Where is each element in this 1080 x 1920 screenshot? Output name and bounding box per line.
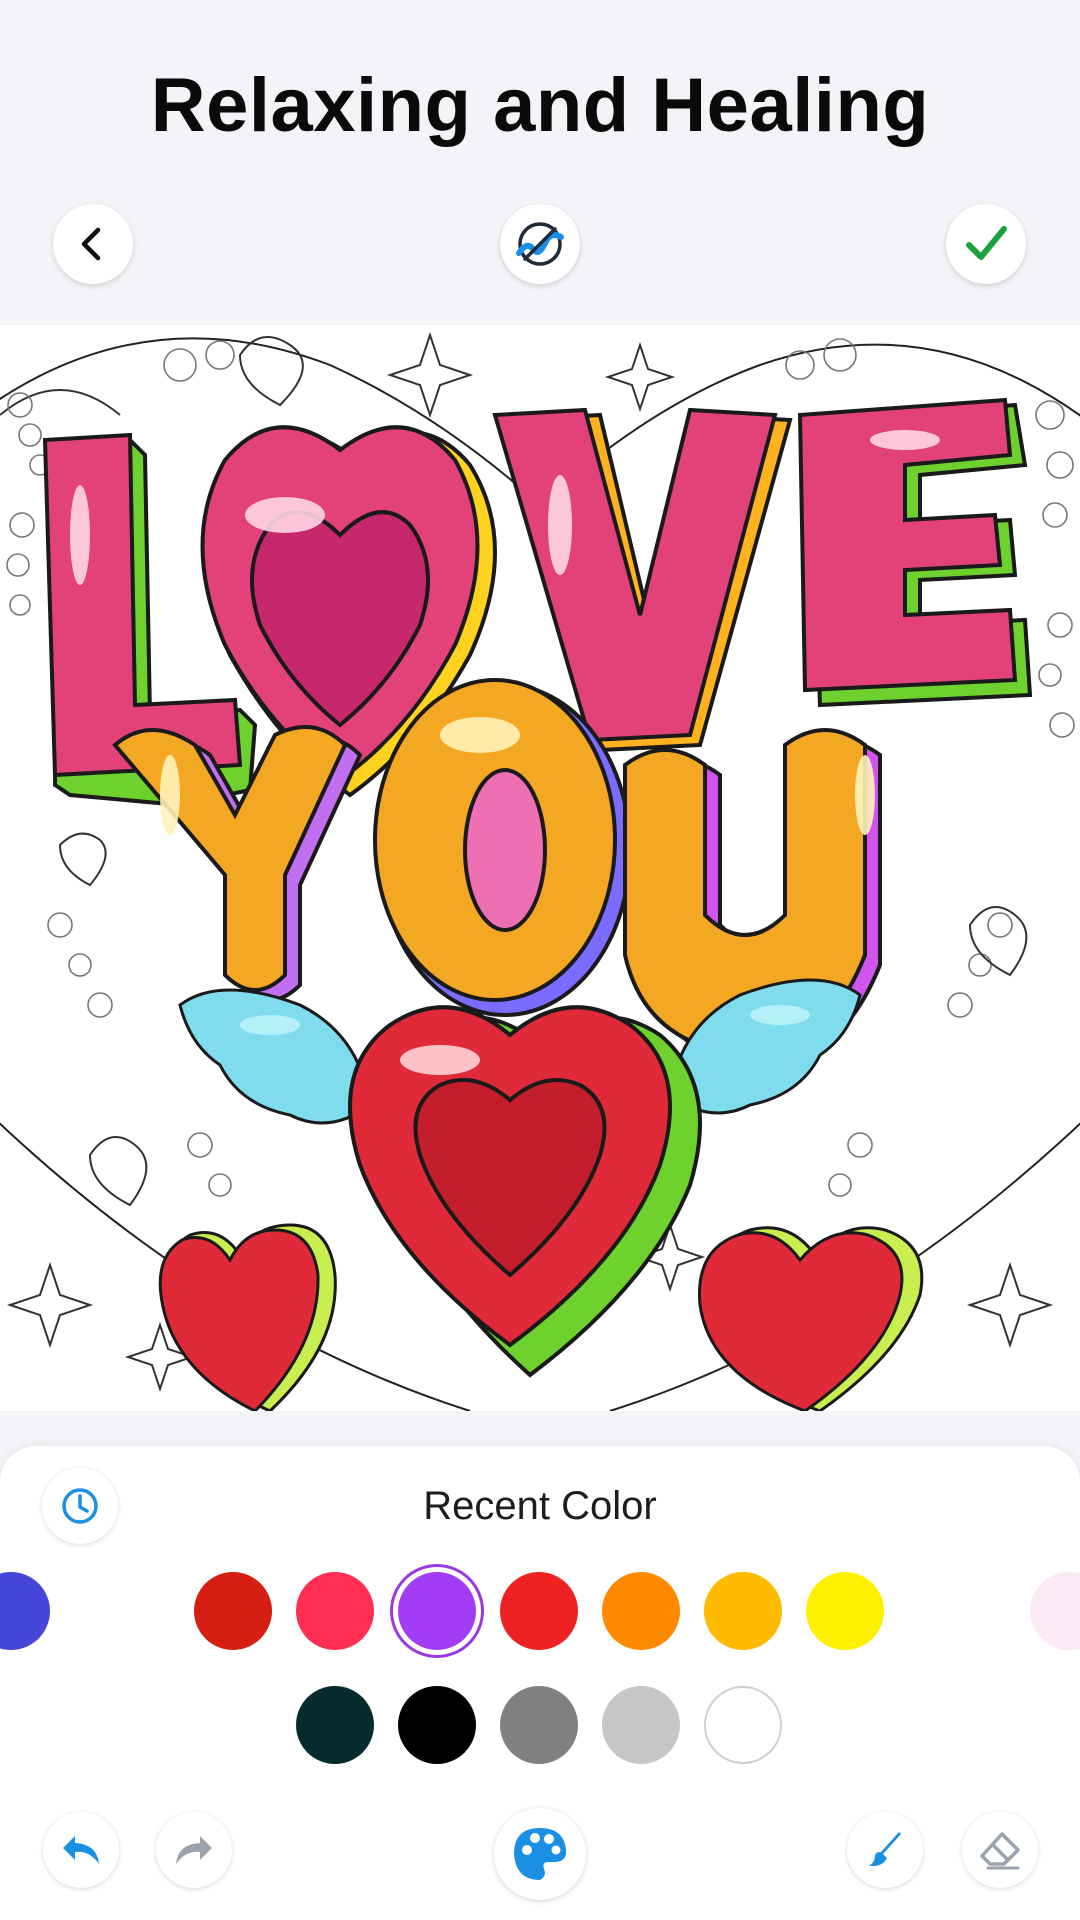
color-swatch-amber[interactable] xyxy=(704,1572,782,1650)
panel-title: Recent Color xyxy=(423,1484,657,1528)
color-swatch-gray[interactable] xyxy=(500,1686,578,1764)
color-swatch-orange[interactable] xyxy=(602,1572,680,1650)
brush-icon xyxy=(869,1832,901,1866)
color-swatch-black[interactable] xyxy=(398,1686,476,1764)
brush-button[interactable] xyxy=(847,1812,923,1888)
color-swatch-light-gray[interactable] xyxy=(602,1686,680,1764)
magic-wand-icon xyxy=(516,222,564,266)
done-button[interactable] xyxy=(946,204,1026,284)
page-title: Relaxing and Healing xyxy=(150,63,930,148)
redo-button[interactable] xyxy=(156,1812,232,1888)
color-swatch-white[interactable] xyxy=(704,1686,782,1764)
color-swatch-pink-red[interactable] xyxy=(296,1572,374,1650)
color-swatch-yellow[interactable] xyxy=(806,1572,884,1650)
checkmark-icon xyxy=(966,226,1007,260)
back-button[interactable] xyxy=(53,204,133,284)
hint-button[interactable] xyxy=(500,204,580,284)
redo-icon xyxy=(176,1836,212,1864)
chevron-left-icon xyxy=(81,227,101,261)
color-swatch-dark-teal[interactable] xyxy=(296,1686,374,1764)
eraser-icon xyxy=(980,1832,1020,1870)
palette-button[interactable] xyxy=(494,1808,586,1900)
palette-icon xyxy=(514,1828,567,1880)
undo-icon xyxy=(63,1836,99,1864)
artwork-image xyxy=(0,331,1080,1411)
coloring-screen: Relaxing and Healing Recent Color xyxy=(0,0,1080,1920)
color-swatch-red[interactable] xyxy=(500,1572,578,1650)
coloring-canvas[interactable] xyxy=(0,325,1080,1411)
undo-button[interactable] xyxy=(43,1812,119,1888)
color-swatch-dark-red[interactable] xyxy=(194,1572,272,1650)
color-swatch-purple-selected[interactable] xyxy=(398,1572,476,1650)
eraser-button[interactable] xyxy=(962,1812,1038,1888)
